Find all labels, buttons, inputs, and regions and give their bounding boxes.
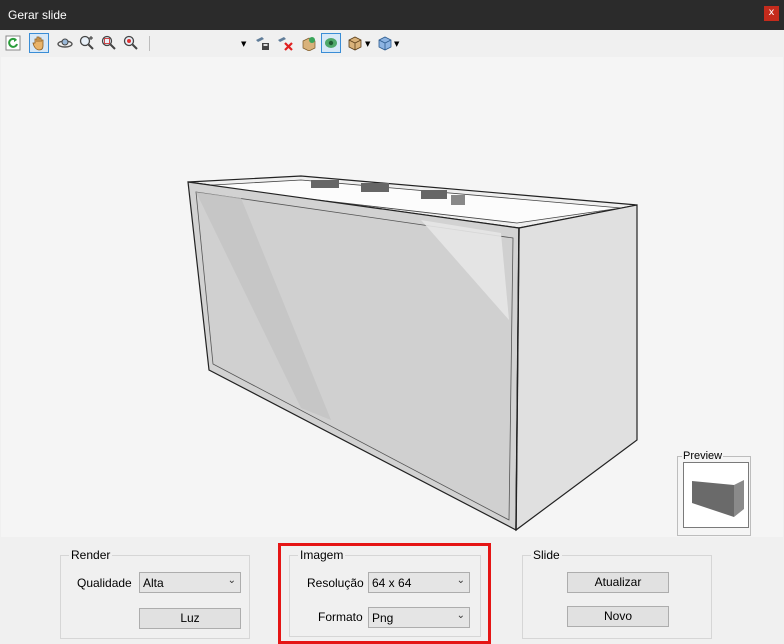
- render-group: Render Qualidade Alta ⌄ Luz: [60, 548, 250, 639]
- chevron-down-icon: ⌄: [227, 575, 236, 586]
- quality-label: Qualidade: [77, 576, 132, 590]
- update-button[interactable]: Atualizar: [567, 572, 669, 593]
- pan-hand-icon[interactable]: [29, 33, 49, 53]
- cabinet-model: [187, 175, 638, 532]
- preview-panel: Preview: [677, 450, 751, 536]
- toolbar: ▼ ▼ ▼: [1, 30, 783, 56]
- preview-thumbnail: [683, 462, 749, 528]
- chevron-down-icon[interactable]: ▼: [241, 40, 246, 48]
- preview-label: Preview: [682, 450, 724, 462]
- image-group-highlight: [278, 543, 491, 644]
- zoom-in-icon[interactable]: [77, 33, 97, 53]
- render-group-label: Render: [69, 548, 113, 562]
- export-icon[interactable]: [299, 33, 319, 53]
- view-mode-icon[interactable]: [321, 33, 341, 53]
- orbit-icon[interactable]: [55, 33, 75, 53]
- chevron-down-icon[interactable]: ▼: [394, 40, 399, 48]
- zoom-extents-icon[interactable]: [121, 33, 141, 53]
- quality-select[interactable]: Alta ⌄: [139, 572, 241, 593]
- zoom-window-icon[interactable]: [99, 33, 119, 53]
- chevron-down-icon[interactable]: ▼: [365, 40, 370, 48]
- slide-group-label: Slide: [531, 548, 562, 562]
- title-bar: Gerar slide x: [0, 0, 784, 30]
- cube-view-icon[interactable]: [375, 33, 395, 53]
- slide-group: Slide Atualizar Novo: [522, 548, 712, 639]
- toolbar-separator: [149, 36, 150, 51]
- box-view-icon[interactable]: [345, 33, 365, 53]
- new-button[interactable]: Novo: [567, 606, 669, 627]
- quality-value: Alta: [143, 576, 164, 590]
- close-button[interactable]: x: [764, 6, 779, 21]
- camera-delete-icon[interactable]: [275, 33, 295, 53]
- 3d-viewport[interactable]: [1, 57, 783, 537]
- light-button[interactable]: Luz: [139, 608, 241, 629]
- gerar-slide-window: Gerar slide x ▼ ▼ ▼ Preview Render Quali…: [0, 0, 784, 644]
- window-title: Gerar slide: [8, 8, 67, 22]
- camera-save-icon[interactable]: [253, 33, 273, 53]
- refresh-icon[interactable]: [3, 33, 23, 53]
